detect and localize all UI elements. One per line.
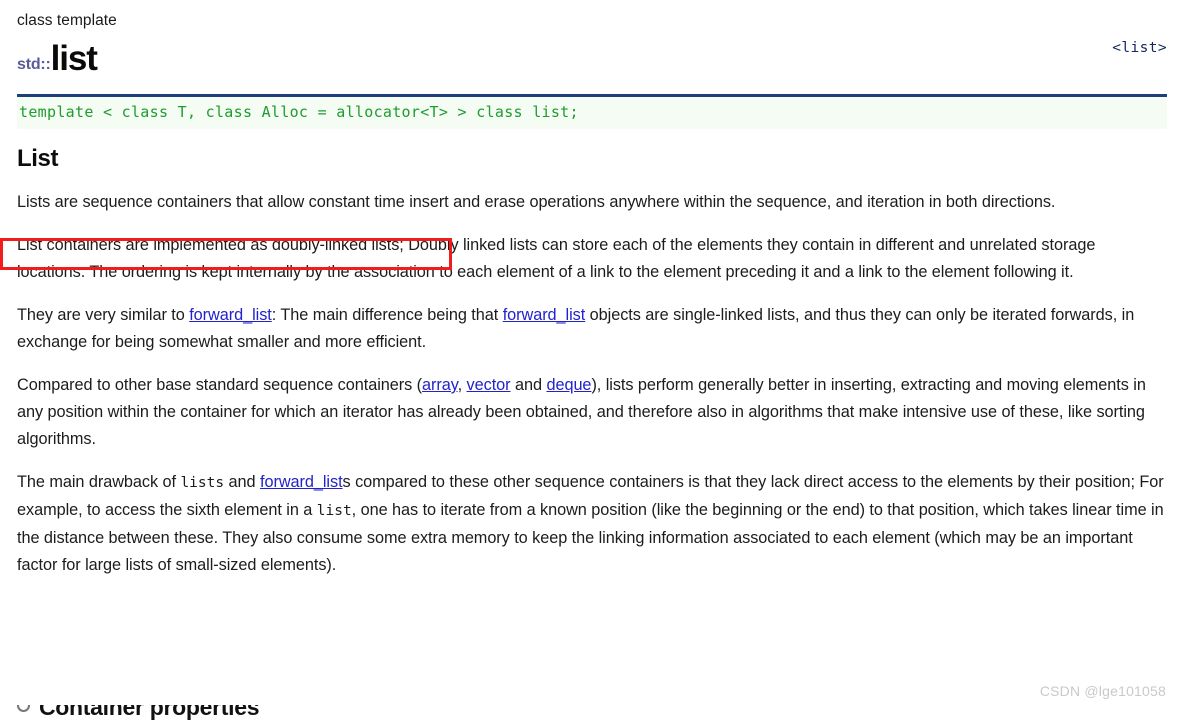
doc-header: class template std:: list <list> — [17, 0, 1167, 83]
section-heading-container-properties: Container properties — [17, 705, 617, 721]
link-forward-list-1[interactable]: forward_list — [189, 306, 272, 324]
annotated-paragraph-wrapper: List containers are implemented as doubl… — [0, 232, 1167, 286]
include-header-label: <list> — [1112, 40, 1167, 56]
bullet-icon — [17, 705, 30, 712]
paragraph-overview-text: Lists are sequence containers that allow… — [17, 193, 1056, 211]
link-array[interactable]: array — [422, 376, 458, 394]
paragraph-doubly-linked: List containers are implemented as doubl… — [17, 232, 1167, 286]
paragraph-sequence-containers: Compared to other base standard sequence… — [17, 372, 1167, 453]
document-page: class template std:: list <list> templat… — [0, 0, 1184, 721]
watermark: CSDN @lge101058 — [1039, 683, 1166, 699]
title-entity-name: list — [50, 39, 98, 78]
paragraph-overview: Lists are sequence containers that allow… — [17, 189, 1167, 216]
section-heading-list: List — [17, 145, 59, 172]
p5-text-a: The main drawback of — [17, 473, 181, 491]
link-vector[interactable]: vector — [467, 376, 511, 394]
p3-text-b: : The main difference being that — [271, 306, 503, 324]
title-namespace: std:: — [17, 56, 51, 73]
paragraph-drawback: The main drawback of lists and forward_l… — [17, 469, 1167, 579]
p4-text-b: , — [457, 376, 467, 394]
link-forward-list-3[interactable]: forward_list — [260, 473, 343, 491]
p5-text-b: and — [224, 473, 261, 491]
template-signature-code: template < class T, class Alloc = alloca… — [19, 103, 579, 121]
link-forward-list-2[interactable]: forward_list — [503, 306, 586, 324]
link-deque[interactable]: deque — [546, 376, 591, 394]
p4-text-a: Compared to other base standard sequence… — [17, 376, 423, 394]
page-title: std:: list — [17, 41, 1167, 83]
annotated-sentence: List containers are implemented as doubl… — [17, 236, 404, 254]
template-signature-block: template < class T, class Alloc = alloca… — [17, 97, 1167, 129]
entity-kind-label: class template — [17, 12, 117, 29]
inline-code-list: list — [316, 503, 352, 519]
container-properties-label: Container properties — [39, 705, 260, 720]
p3-text-a: They are very similar to — [17, 306, 190, 324]
paragraph-forward-list-compare: They are very similar to forward_list: T… — [17, 302, 1167, 356]
inline-code-lists: lists — [180, 475, 225, 491]
p4-text-c: and — [510, 376, 547, 394]
